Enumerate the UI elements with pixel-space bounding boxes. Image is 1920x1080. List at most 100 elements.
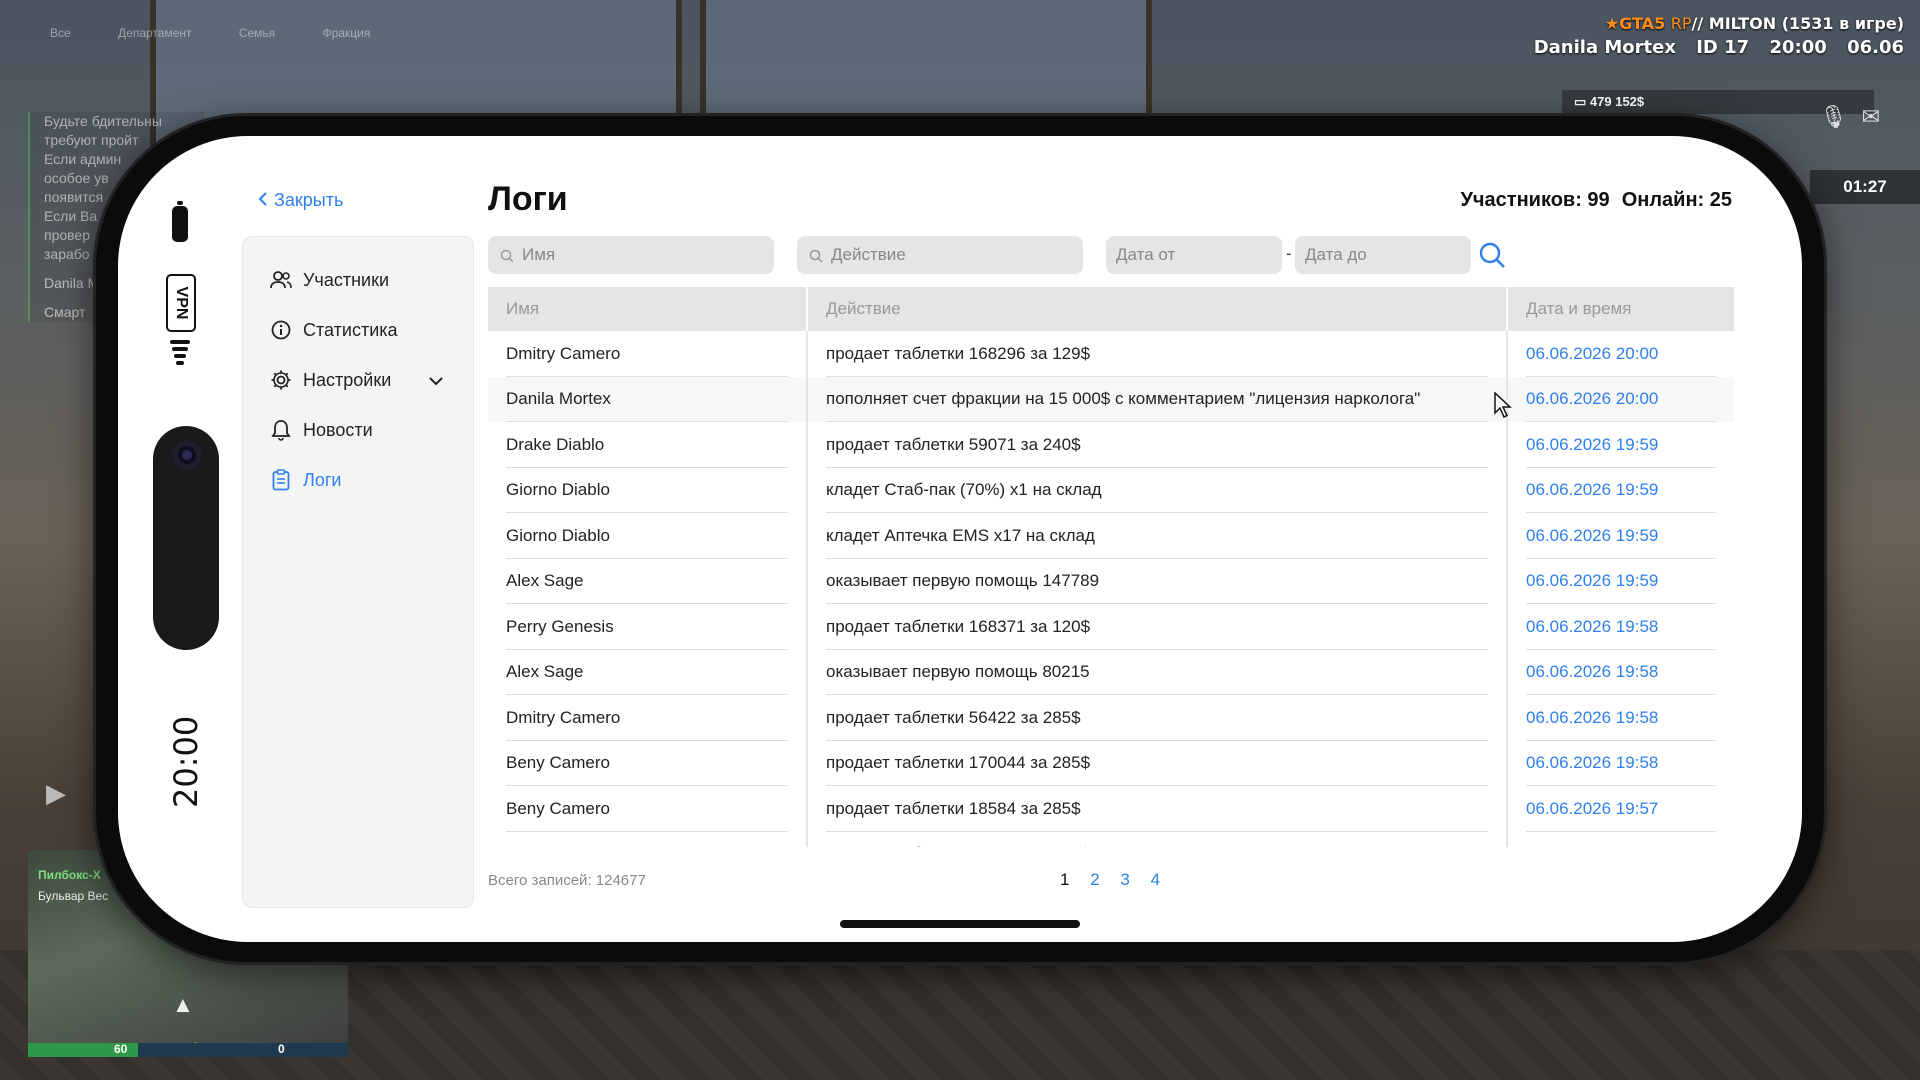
cell-name: Perry Genesis xyxy=(488,604,806,650)
search-icon xyxy=(500,248,514,263)
bell-icon xyxy=(269,418,293,442)
table-row[interactable]: Giorno Diablo кладет Аптечка EMS x17 на … xyxy=(488,513,1734,559)
table-row[interactable]: Beny Camero продает таблетки 165009 за 2… xyxy=(488,832,1734,847)
chat-tab[interactable]: Департамент xyxy=(118,26,191,40)
player-name: Danila Mortex xyxy=(1533,37,1676,58)
cell-name: Drake Diablo xyxy=(488,422,806,468)
chat-tab[interactable]: Фракция xyxy=(323,26,371,40)
total-records: Всего записей: 124677 xyxy=(488,872,646,889)
page-link[interactable]: 1 xyxy=(1060,870,1069,890)
action-filter-placeholder: Действие xyxy=(831,245,906,264)
cell-datetime[interactable]: 06.06.2026 19:59 xyxy=(1508,513,1734,559)
name-filter-placeholder: Имя xyxy=(522,245,556,264)
cell-name: Giorno Diablo xyxy=(488,468,806,514)
location-name: Пилбокс-Х xyxy=(38,868,101,882)
cell-action: продает таблетки 168296 за 129$ xyxy=(808,331,1506,377)
sidebar-item-statistics[interactable]: Статистика xyxy=(243,305,473,355)
page-link[interactable]: 3 xyxy=(1120,870,1129,890)
date-to-input[interactable]: Дата до xyxy=(1295,236,1471,274)
cell-action: оказывает первую помощь 80215 xyxy=(808,650,1506,696)
chat-tab[interactable]: Семья xyxy=(239,26,275,40)
cell-action: кладет Стаб-пак (70%) x1 на склад xyxy=(808,468,1506,514)
name-filter-input[interactable]: Имя xyxy=(488,236,774,274)
table-row[interactable]: Dmitry Camero продает таблетки 168296 за… xyxy=(488,331,1734,377)
table-row[interactable]: Alex Sage оказывает первую помощь 147789… xyxy=(488,559,1734,605)
cell-name: Beny Camero xyxy=(488,741,806,787)
action-filter-input[interactable]: Действие xyxy=(797,236,1083,274)
sidebar-item-news[interactable]: Новости xyxy=(243,405,473,455)
cell-action: кладет Аптечка EMS x17 на склад xyxy=(808,513,1506,559)
server-line: ★GTA5 RP// MILTON (1531 в игре) xyxy=(1534,14,1904,33)
cell-datetime[interactable]: 06.06.2026 19:58 xyxy=(1508,695,1734,741)
table-row[interactable]: Drake Diablo продает таблетки 59071 за 2… xyxy=(488,422,1734,468)
cell-action: продает таблетки 165009 за 285$ xyxy=(808,832,1506,847)
cell-datetime[interactable]: 06.06.2026 20:00 xyxy=(1508,377,1734,423)
player-marker-icon: ▲ xyxy=(172,992,194,1017)
page-link[interactable]: 2 xyxy=(1090,870,1099,890)
home-indicator[interactable] xyxy=(840,920,1080,928)
cell-datetime[interactable]: 06.06.2026 19:58 xyxy=(1508,650,1734,696)
player-id: ID 17 xyxy=(1696,37,1750,58)
table-row[interactable]: Beny Camero продает таблетки 170044 за 2… xyxy=(488,741,1734,787)
vpn-icon: VPN xyxy=(166,274,196,332)
date-from-input[interactable]: Дата от xyxy=(1106,236,1282,274)
sidebar-item-label: Новости xyxy=(303,419,373,440)
cell-action: продает таблетки 168371 за 120$ xyxy=(808,604,1506,650)
cell-name: Danila Mortex xyxy=(488,377,806,423)
cell-action: оказывает первую помощь 147789 xyxy=(808,559,1506,605)
cell-datetime[interactable]: 06.06.2026 19:59 xyxy=(1508,559,1734,605)
hud-icons: 🎙 ✉ xyxy=(1820,104,1881,130)
star-icon: ★ xyxy=(1604,14,1620,33)
sidebar-item-label: Статистика xyxy=(303,319,398,340)
chat-tab[interactable]: Все xyxy=(50,26,71,40)
cell-datetime[interactable]: 06.06.2026 19:58 xyxy=(1508,741,1734,787)
cell-name: Dmitry Camero xyxy=(488,331,806,377)
sidebar-item-label: Участники xyxy=(303,269,389,290)
table-row[interactable]: Danila Mortex пополняет счет фракции на … xyxy=(488,376,1734,423)
column-header-action: Действие xyxy=(808,287,1506,331)
date-from-placeholder: Дата от xyxy=(1116,245,1176,264)
search-icon xyxy=(809,248,823,263)
search-button[interactable] xyxy=(1478,241,1508,271)
health-value: 60 xyxy=(114,1042,128,1056)
server-brand: GTA5 xyxy=(1619,14,1666,33)
table-row[interactable]: Dmitry Camero продает таблетки 56422 за … xyxy=(488,695,1734,741)
sidebar-item-members[interactable]: Участники xyxy=(243,255,473,305)
street-name: Бульвар Вес xyxy=(38,889,109,903)
armor-value: 0 xyxy=(278,1042,285,1056)
cell-datetime[interactable]: 06.06.2026 19:56 xyxy=(1508,832,1734,847)
hud-server-info: ★GTA5 RP// MILTON (1531 в игре) Danila M… xyxy=(1534,14,1904,58)
server-rp: RP xyxy=(1670,14,1692,33)
cell-datetime[interactable]: 06.06.2026 19:58 xyxy=(1508,604,1734,650)
page-link[interactable]: 4 xyxy=(1151,870,1160,890)
sidebar-item-label: Логи xyxy=(303,469,342,490)
chat-line: Будьте бдительны xyxy=(44,113,162,129)
table-row[interactable]: Beny Camero продает таблетки 18584 за 28… xyxy=(488,786,1734,832)
pagination: 1 2 3 4 xyxy=(1060,870,1176,890)
table-row[interactable]: Alex Sage оказывает первую помощь 80215 … xyxy=(488,650,1734,696)
cell-action: пополняет счет фракции на 15 000$ с комм… xyxy=(808,377,1506,423)
chevron-down-icon[interactable] xyxy=(429,370,443,391)
cell-datetime[interactable]: 06.06.2026 19:59 xyxy=(1508,468,1734,514)
date-range-dash: - xyxy=(1286,244,1292,263)
cell-datetime[interactable]: 06.06.2026 19:59 xyxy=(1508,422,1734,468)
cell-name: Dmitry Camero xyxy=(488,695,806,741)
server-name: // MILTON (1531 в игре) xyxy=(1691,14,1904,33)
clipboard-icon xyxy=(269,468,293,492)
mouse-cursor-icon xyxy=(1494,391,1512,419)
dynamic-island xyxy=(153,426,219,650)
chat-tabs[interactable]: Все Департамент Семья Фракция xyxy=(50,26,414,40)
table-body: Dmitry Camero продает таблетки 168296 за… xyxy=(488,331,1734,847)
cell-datetime[interactable]: 06.06.2026 19:57 xyxy=(1508,786,1734,832)
table-row[interactable]: Perry Genesis продает таблетки 168371 за… xyxy=(488,604,1734,650)
table-row[interactable]: Giorno Diablo кладет Стаб-пак (70%) x1 н… xyxy=(488,468,1734,514)
cell-datetime[interactable]: 06.06.2026 20:00 xyxy=(1508,331,1734,377)
close-button[interactable]: Закрыть xyxy=(258,190,343,211)
signal-icon xyxy=(170,340,190,374)
camera-icon xyxy=(172,440,202,470)
sidebar-item-settings[interactable]: Настройки xyxy=(243,355,473,405)
battery-icon xyxy=(172,201,188,242)
sidebar-item-logs[interactable]: Логи xyxy=(243,455,473,505)
microphone-icon: 🎙 xyxy=(1819,104,1848,129)
phone-status-bar: VPN 20:00 xyxy=(144,136,219,942)
